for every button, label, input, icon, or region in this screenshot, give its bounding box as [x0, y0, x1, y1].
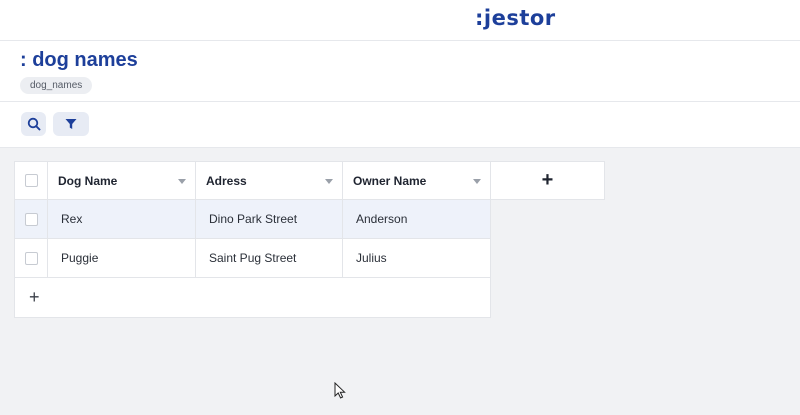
cell-value: Julius	[356, 251, 387, 265]
table-row[interactable]: Puggie Saint Pug Street Julius	[14, 239, 491, 278]
search-button[interactable]	[21, 112, 46, 136]
column-header-dog-name[interactable]: Dog Name	[48, 161, 196, 200]
cell-value: Puggie	[61, 251, 99, 265]
page-header: : dog names dog_names	[0, 41, 800, 102]
table-cell[interactable]: Saint Pug Street	[196, 239, 343, 278]
row-select-cell	[14, 239, 48, 278]
column-menu-caret-icon[interactable]	[473, 179, 481, 184]
table-cell[interactable]: Julius	[343, 239, 491, 278]
search-icon	[27, 117, 40, 131]
add-column-button[interactable]: +	[491, 161, 605, 200]
cell-value: Dino Park Street	[209, 212, 298, 226]
table-cell[interactable]: Dino Park Street	[196, 200, 343, 239]
add-row-plus-icon: +	[29, 287, 40, 307]
add-row-button[interactable]: +	[14, 278, 491, 318]
top-bar: :jestor	[0, 0, 800, 41]
table-cell[interactable]: Rex	[48, 200, 196, 239]
row-select-cell	[14, 200, 48, 239]
column-header-label: Owner Name	[353, 173, 427, 188]
toolbar	[0, 102, 800, 148]
page-title: : dog names	[20, 49, 138, 71]
column-menu-caret-icon[interactable]	[325, 179, 333, 184]
table-header-row: Dog Name Adress Owner Name +	[14, 161, 605, 200]
table-cell[interactable]: Anderson	[343, 200, 491, 239]
filter-icon	[65, 119, 77, 129]
table-cell[interactable]: Puggie	[48, 239, 196, 278]
column-header-owner-name[interactable]: Owner Name	[343, 161, 491, 200]
row-checkbox[interactable]	[24, 212, 38, 226]
select-all-checkbox[interactable]	[24, 174, 38, 187]
table-slug-badge: dog_names	[20, 77, 93, 94]
select-all-cell	[14, 161, 48, 200]
column-header-label: Adress	[206, 173, 247, 188]
jestor-logo[interactable]: :jestor	[475, 6, 556, 30]
row-checkbox[interactable]	[24, 251, 38, 265]
cell-value: Saint Pug Street	[209, 251, 297, 265]
filter-button[interactable]	[53, 112, 89, 136]
mouse-pointer-icon	[334, 382, 346, 399]
cell-value: Anderson	[356, 212, 408, 226]
column-header-adress[interactable]: Adress	[196, 161, 343, 200]
cell-value: Rex	[61, 212, 83, 226]
column-menu-caret-icon[interactable]	[178, 179, 186, 184]
table-row[interactable]: Rex Dino Park Street Anderson	[14, 200, 491, 239]
column-header-label: Dog Name	[58, 173, 118, 188]
